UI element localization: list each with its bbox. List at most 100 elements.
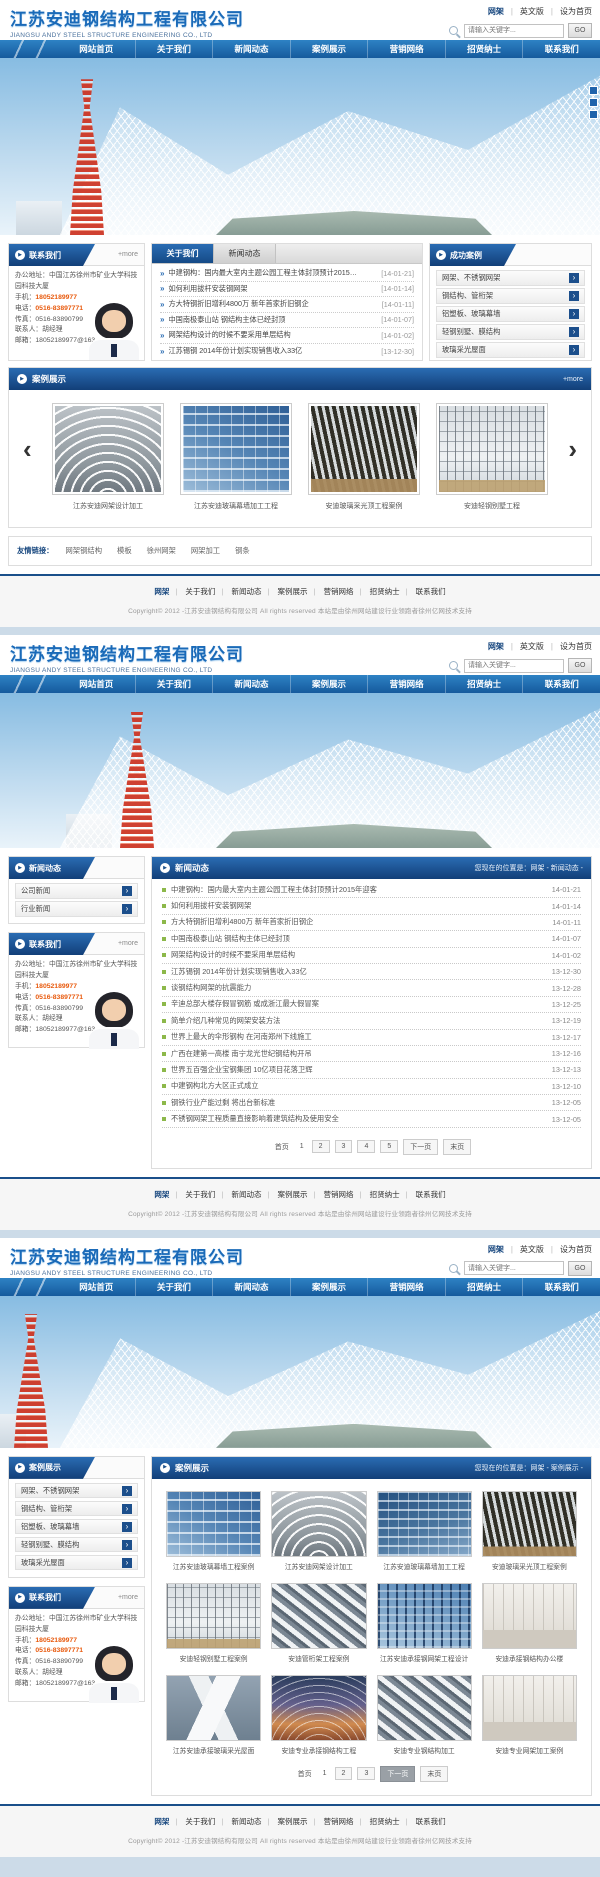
case-card[interactable]: 安迪玻璃采光顶工程案例	[482, 1491, 577, 1571]
news-title[interactable]: 中建钢构：国内最大室内主题公园工程主体封顶预计2015年迎客	[171, 885, 544, 895]
nav-item-jobs[interactable]: 招贤纳士	[445, 40, 523, 58]
top-link-set-homepage[interactable]: 设为首页	[560, 6, 592, 17]
contact-more-link[interactable]: +more	[118, 251, 138, 258]
footer-link-contact[interactable]: 联系我们	[416, 1190, 446, 1199]
pagination-first[interactable]: 首页	[272, 1140, 292, 1154]
arrow-button-icon[interactable]	[569, 345, 579, 355]
pagination-last[interactable]: 末页	[420, 1766, 448, 1782]
pagination-page[interactable]: 5	[380, 1140, 398, 1153]
footer-link-network[interactable]: 营销网络	[324, 1817, 354, 1826]
news-title[interactable]: 如何利用拔杆安装钢网架	[168, 284, 375, 294]
footer-link-network[interactable]: 营销网络	[324, 587, 354, 596]
case-card[interactable]: 安迪承接钢结构办公楼	[482, 1583, 577, 1663]
case-caption[interactable]: 江苏安迪承接玻璃采光屋面	[166, 1745, 261, 1755]
nav-item-jobs[interactable]: 招贤纳士	[445, 675, 523, 693]
footer-link-news[interactable]: 新闻动态	[231, 1817, 261, 1826]
news-title[interactable]: 谈钢结构网架的抗震能力	[171, 983, 544, 993]
arrow-button-icon[interactable]	[122, 1486, 132, 1496]
case-caption[interactable]: 江苏安迪网架设计加工	[52, 501, 164, 511]
case-band-more-link[interactable]: +more	[563, 376, 583, 383]
arrow-button-icon[interactable]	[122, 1504, 132, 1514]
news-title[interactable]: 网架结构设计的时候不要采用单层结构	[168, 330, 375, 340]
footer-link-about[interactable]: 关于我们	[185, 1190, 215, 1199]
search-go-button[interactable]: GO	[568, 658, 592, 673]
friend-link[interactable]: 钢条	[235, 546, 250, 555]
footer-link-cases[interactable]: 案例展示	[278, 1190, 308, 1199]
category-item[interactable]: 轻钢别墅、膜结构	[15, 1537, 138, 1553]
friend-link[interactable]: 模板	[117, 546, 132, 555]
category-item[interactable]: 铝塑板、玻璃幕墙	[436, 306, 585, 322]
category-item[interactable]: 轻钢别墅、膜结构	[436, 324, 585, 340]
case-card[interactable]: 安迪专业钢结构加工	[377, 1675, 472, 1755]
tab-news[interactable]: 新闻动态	[214, 244, 276, 263]
arrow-button-icon[interactable]	[569, 327, 579, 337]
footer-link-contact[interactable]: 联系我们	[416, 1817, 446, 1826]
top-link-set-homepage[interactable]: 设为首页	[560, 641, 592, 652]
news-row[interactable]: 世界上最大的伞形钢构 在河南郑州下线施工13-12-17	[162, 1030, 581, 1046]
carousel-slide[interactable]: 江苏安迪玻璃幕墙加工工程	[180, 403, 292, 511]
case-card[interactable]: 江苏安迪承接玻璃采光屋面	[166, 1675, 261, 1755]
case-card[interactable]: 江苏安迪网架设计加工	[271, 1491, 366, 1571]
arrow-button-icon[interactable]	[122, 904, 132, 914]
search-go-button[interactable]: GO	[568, 1261, 592, 1276]
news-title[interactable]: 中国南极泰山站 钢结构主体已经封顶	[168, 315, 375, 325]
nav-item-news[interactable]: 新闻动态	[212, 675, 290, 693]
sidebar-item-industry-news[interactable]: 行业新闻	[15, 901, 138, 917]
footer-link-news[interactable]: 新闻动态	[231, 587, 261, 596]
news-title[interactable]: 江苏锡钢 2014年份计划实现销售收入33亿	[168, 346, 375, 356]
footer-link-keyword[interactable]: 网架	[154, 1190, 169, 1199]
nav-item-network[interactable]: 营销网络	[367, 1278, 445, 1296]
news-title[interactable]: 江苏锡钢 2014年份计划实现销售收入33亿	[171, 967, 544, 977]
news-title[interactable]: 网架结构设计的时候不要采用单层结构	[171, 950, 544, 960]
carousel-prev-icon[interactable]	[23, 436, 32, 462]
case-caption[interactable]: 安迪轻钢别墅工程	[436, 501, 548, 511]
news-title[interactable]: 中建钢构：国内最大室内主题公园工程主体封顶预计2015…	[168, 268, 375, 278]
footer-link-jobs[interactable]: 招贤纳士	[370, 587, 400, 596]
news-row[interactable]: 网架结构设计的时候不要采用单层结构[14-01-02]	[160, 328, 414, 344]
nav-item-network[interactable]: 营销网络	[367, 675, 445, 693]
sidebar-item-company-news[interactable]: 公司新闻	[15, 883, 138, 899]
footer-link-about[interactable]: 关于我们	[185, 1817, 215, 1826]
top-link-home-keyword[interactable]: 网架	[488, 1244, 504, 1255]
news-row[interactable]: 江苏锡钢 2014年份计划实现销售收入33亿[13-12-30]	[160, 344, 414, 360]
case-caption[interactable]: 江苏安迪承接钢网架工程设计	[377, 1653, 472, 1663]
news-title[interactable]: 辛迪总部大楼存假冒钢筋 或成浙江最大假冒案	[171, 999, 544, 1009]
case-caption[interactable]: 安迪玻璃采光顶工程案例	[482, 1561, 577, 1571]
pagination-last[interactable]: 末页	[443, 1139, 471, 1155]
friend-link[interactable]: 网架加工	[191, 546, 220, 555]
pagination-page[interactable]: 4	[357, 1140, 375, 1153]
nav-item-network[interactable]: 营销网络	[367, 40, 445, 58]
nav-item-jobs[interactable]: 招贤纳士	[445, 1278, 523, 1296]
footer-link-contact[interactable]: 联系我们	[416, 587, 446, 596]
footer-link-network[interactable]: 营销网络	[324, 1190, 354, 1199]
pagination-page[interactable]: 2	[335, 1767, 353, 1780]
news-row[interactable]: 江苏锡钢 2014年份计划实现销售收入33亿13-12-30	[162, 964, 581, 980]
arrow-button-icon[interactable]	[569, 273, 579, 283]
news-title[interactable]: 方大特钢折旧增利4800万 新年首家折旧钢企	[171, 917, 544, 927]
pagination-page[interactable]: 2	[312, 1140, 330, 1153]
news-title[interactable]: 广西在建第一高楼 南宁龙光世纪钢结构开吊	[171, 1049, 544, 1059]
case-caption[interactable]: 安迪专业网架加工案例	[482, 1745, 577, 1755]
case-thumbnail[interactable]	[180, 403, 292, 495]
top-link-home-keyword[interactable]: 网架	[488, 6, 504, 17]
case-caption[interactable]: 江苏安迪网架设计加工	[271, 1561, 366, 1571]
nav-item-contact[interactable]: 联系我们	[522, 40, 600, 58]
arrow-button-icon[interactable]	[569, 309, 579, 319]
news-row[interactable]: 方大特钢折旧增利4800万 新年首家折旧钢企14-01-11	[162, 915, 581, 931]
news-row[interactable]: 网架结构设计的时候不要采用单层结构14-01-02	[162, 948, 581, 964]
news-row[interactable]: 不锈钢网架工程质量直接影响着建筑结构及使用安全13-12-05	[162, 1111, 581, 1127]
case-thumbnail[interactable]	[308, 403, 420, 495]
category-item[interactable]: 网架、不锈钢网架	[436, 270, 585, 286]
news-row[interactable]: 谈钢结构网架的抗震能力13-12-28	[162, 980, 581, 996]
news-row[interactable]: 如何利用拔杆安装钢网架14-01-14	[162, 898, 581, 914]
nav-item-cases[interactable]: 案例展示	[290, 1278, 368, 1296]
category-item[interactable]: 铝塑板、玻璃幕墙	[15, 1519, 138, 1535]
top-link-english[interactable]: 英文版	[520, 6, 544, 17]
case-card[interactable]: 江苏安迪承接钢网架工程设计	[377, 1583, 472, 1663]
footer-link-keyword[interactable]: 网架	[154, 587, 169, 596]
case-thumbnail[interactable]	[436, 403, 548, 495]
case-caption[interactable]: 江苏安迪玻璃幕墙加工工程	[180, 501, 292, 511]
nav-item-cases[interactable]: 案例展示	[290, 675, 368, 693]
carousel-slide[interactable]: 安迪轻钢别墅工程	[436, 403, 548, 511]
case-caption[interactable]: 安迪专业承接钢结构工程	[271, 1745, 366, 1755]
